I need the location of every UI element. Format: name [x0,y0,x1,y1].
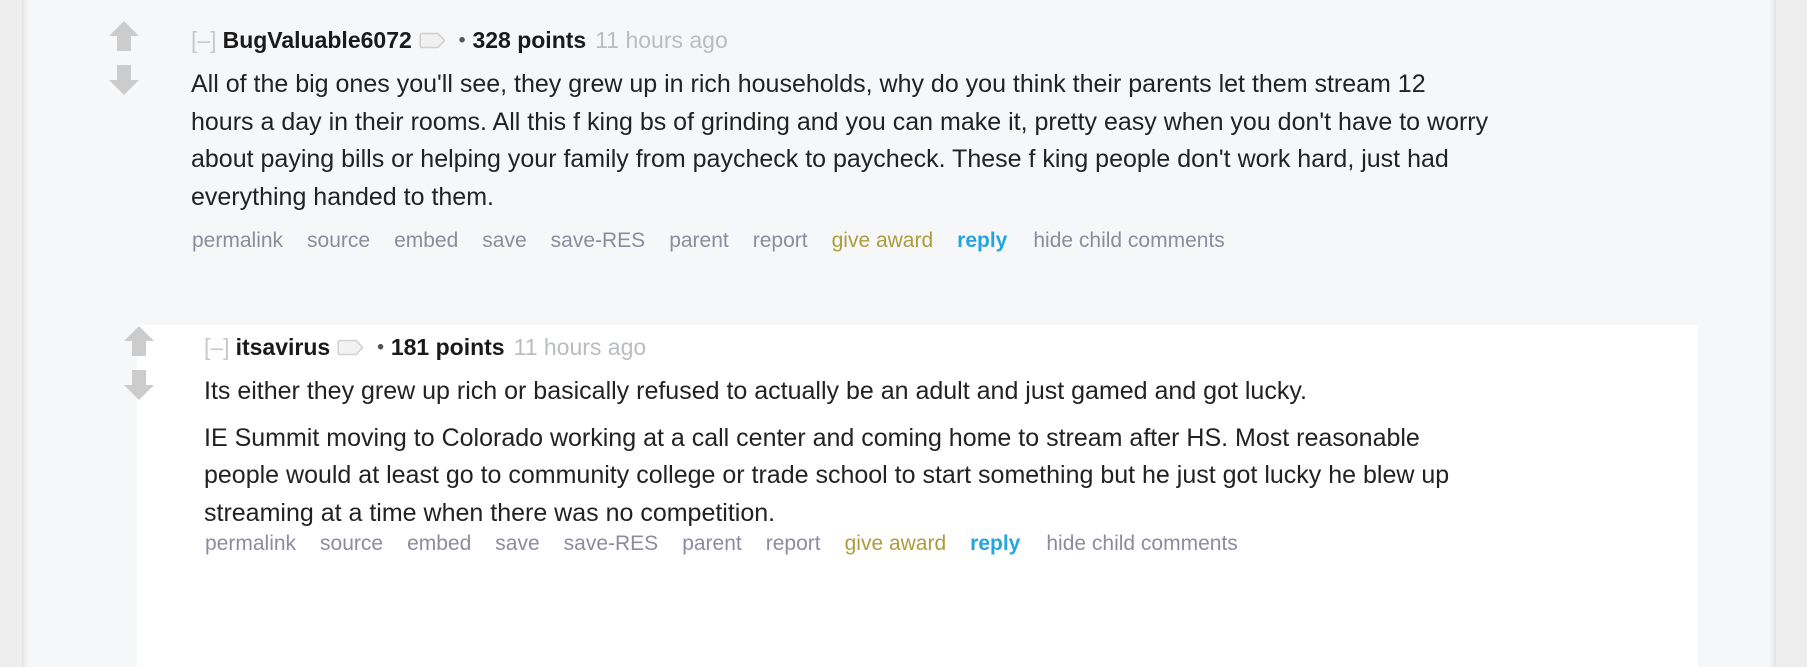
downvote-arrow-icon[interactable] [119,365,159,405]
action-hide-child-comments[interactable]: hide child comments [1033,229,1224,252]
action-give-award[interactable]: give award [845,532,947,555]
vote-controls [119,321,159,405]
collapse-toggle[interactable]: [–] [191,27,217,53]
action-report[interactable]: report [753,229,808,252]
upvote-arrow-icon[interactable] [104,16,144,56]
timestamp-label[interactable]: 11 hours ago [595,27,728,53]
action-permalink[interactable]: permalink [205,532,296,555]
comment-actions: permalink source embed save save-RES parent re… [205,531,1238,557]
comment-actions: permalink source embed save save-RES parent re… [192,228,1225,254]
tag-icon[interactable] [419,27,447,57]
action-reply[interactable]: reply [957,229,1007,252]
tagline-separator: • [377,337,384,358]
action-reply[interactable]: reply [970,532,1020,555]
action-parent[interactable]: parent [669,229,729,252]
score-label: 328 points [472,27,587,53]
action-source[interactable]: source [320,532,383,555]
comment-paragraph: IE Summit moving to Colorado working at … [204,423,1450,527]
comment-tagline: [–] itsavirus • 181 points 11 hours ago [204,332,646,364]
comment-paragraph: Its either they grew up rich or basicall… [204,377,1307,405]
author-link[interactable]: itsavirus [236,334,331,360]
timestamp-label[interactable]: 11 hours ago [514,334,647,360]
tag-icon[interactable] [337,334,365,364]
vote-controls [104,16,144,100]
comment-tagline: [–] BugValuable6072 • 328 points 11 hours ag… [191,25,728,57]
action-save[interactable]: save [495,532,539,555]
action-parent[interactable]: parent [682,532,742,555]
action-give-award[interactable]: give award [832,229,934,252]
action-hide-child-comments[interactable]: hide child comments [1046,532,1237,555]
score-label: 181 points [390,334,505,360]
action-save[interactable]: save [482,229,526,252]
action-source[interactable]: source [307,229,370,252]
comment-body: Its either they grew up rich or basicall… [204,373,1489,533]
upvote-arrow-icon[interactable] [119,321,159,361]
comment-paragraph: All of the big ones you'll see, they gre… [191,70,1489,211]
downvote-arrow-icon[interactable] [104,60,144,100]
action-embed[interactable]: embed [394,229,458,252]
page-gutter-right [1776,0,1807,667]
page-gutter-left [0,0,22,667]
action-save-res[interactable]: save-RES [564,532,659,555]
action-report[interactable]: report [766,532,821,555]
collapse-toggle[interactable]: [–] [204,334,230,360]
comment-thread-page: [–] BugValuable6072 • 328 points 11 hours ag… [0,0,1807,667]
tagline-separator: • [458,30,466,51]
action-embed[interactable]: embed [407,532,471,555]
action-permalink[interactable]: permalink [192,229,283,252]
comment-body: All of the big ones you'll see, they gre… [191,66,1491,217]
author-link[interactable]: BugValuable6072 [223,27,412,53]
comment-thread-item: [–] BugValuable6072 • 328 points 11 hours ag… [28,0,1770,325]
comment-thread-item: [–] itsavirus • 181 points 11 hours ago Its … [124,325,1698,667]
action-save-res[interactable]: save-RES [551,229,646,252]
